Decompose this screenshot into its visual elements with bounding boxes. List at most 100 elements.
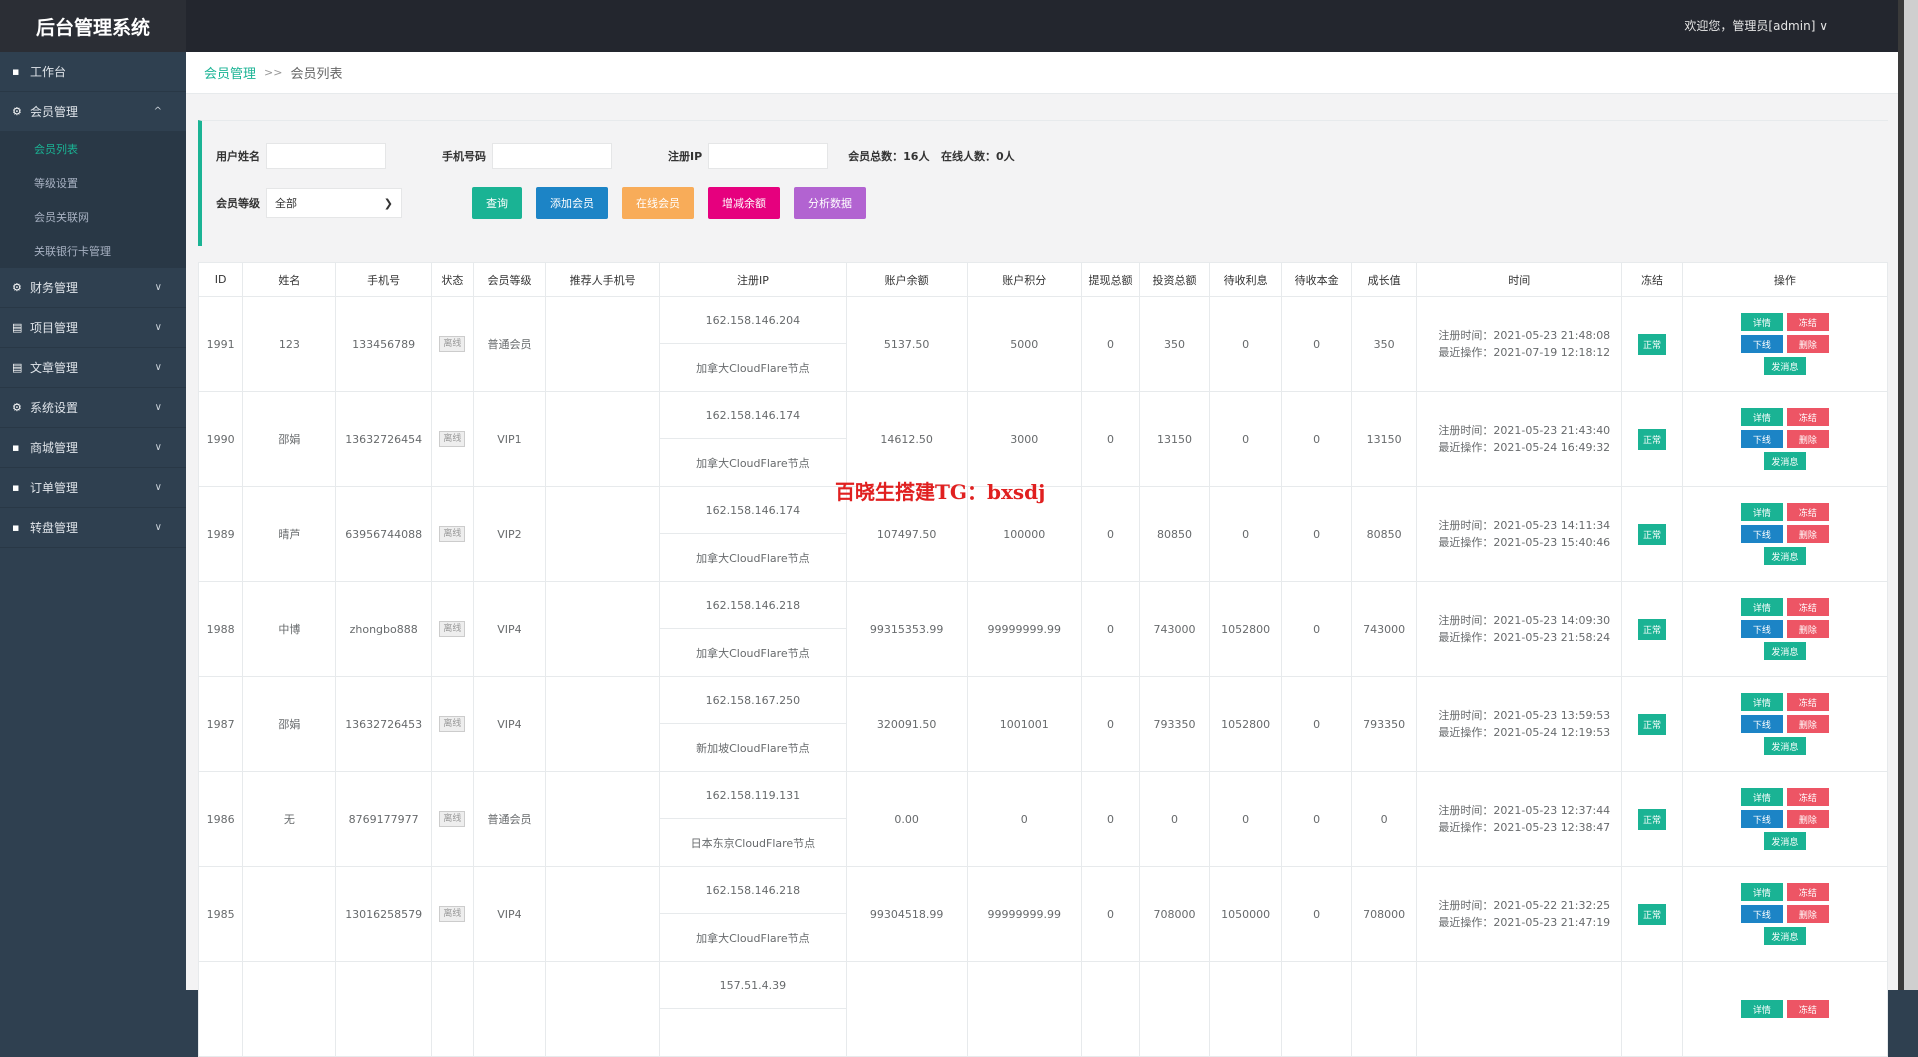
- column-header: 账户积分: [966, 262, 1082, 297]
- detail-button[interactable]: 详情: [1740, 598, 1783, 616]
- delete-button[interactable]: 删除: [1786, 525, 1829, 543]
- chevron-down-icon: ❯: [383, 196, 393, 210]
- cell-principal: 0: [1281, 676, 1353, 772]
- ip-input[interactable]: [708, 143, 829, 169]
- cell-interest: [1208, 961, 1283, 1057]
- logout-button[interactable]: 下线: [1740, 810, 1783, 828]
- chevron-down-icon: ∨: [154, 362, 162, 373]
- window-scrollbar[interactable]: [1898, 0, 1918, 990]
- sidebar-item-7[interactable]: ▪ 订单管理 ∨: [0, 468, 186, 508]
- sidebar-subitem-3[interactable]: 关联银行卡管理: [0, 234, 186, 268]
- sidebar-item-5[interactable]: ⚙ 系统设置 ∨: [0, 388, 186, 428]
- column-header: 会员等级: [472, 262, 547, 297]
- column-header: 成长值: [1351, 262, 1418, 297]
- cell-level: 普通会员: [472, 296, 547, 392]
- cell-ip: 162.158.146.218 加拿大CloudFlare节点: [659, 581, 847, 677]
- column-header: 操作: [1681, 262, 1889, 297]
- cell-withdraw: 0: [1080, 771, 1141, 867]
- message-button[interactable]: 发消息: [1763, 737, 1806, 755]
- freeze-status-badge: 正常: [1638, 333, 1667, 355]
- freeze-button[interactable]: 冻结: [1786, 503, 1829, 521]
- detail-button[interactable]: 详情: [1740, 1000, 1783, 1018]
- detail-button[interactable]: 详情: [1740, 408, 1783, 426]
- detail-button[interactable]: 详情: [1740, 788, 1783, 806]
- filter-button-3[interactable]: 增减余额: [708, 187, 780, 219]
- message-button[interactable]: 发消息: [1763, 927, 1806, 945]
- ip-address: 162.158.167.250: [660, 677, 846, 724]
- freeze-button[interactable]: 冻结: [1786, 788, 1829, 806]
- table-header: ID 姓名 手机号 状态 会员等级 推荐人手机号 注册IP 账户余额 账户积分 提现总额 投资总额待…: [197, 262, 1889, 297]
- sidebar-subitem-1[interactable]: 等级设置: [0, 166, 186, 200]
- sidebar-item-3[interactable]: ▤ 项目管理 ∨: [0, 308, 186, 348]
- freeze-status-badge: 正常: [1638, 903, 1667, 925]
- filter-button-4[interactable]: 分析数据: [794, 187, 866, 219]
- logout-button[interactable]: 下线: [1740, 430, 1783, 448]
- filter-panel: 用户姓名 手机号码 注册IP 会员总数：16人 在线人数：0人 会员等级 全部 …: [198, 120, 1888, 246]
- message-button[interactable]: 发消息: [1763, 357, 1806, 375]
- cell-invest: 743000: [1139, 581, 1210, 677]
- freeze-button[interactable]: 冻结: [1786, 598, 1829, 616]
- cell-ref: [545, 676, 661, 772]
- delete-button[interactable]: 删除: [1786, 810, 1829, 828]
- delete-button[interactable]: 删除: [1786, 430, 1829, 448]
- freeze-button[interactable]: 冻结: [1786, 1000, 1829, 1018]
- ip-location: 加拿大CloudFlare节点: [696, 646, 810, 660]
- detail-button[interactable]: 详情: [1740, 313, 1783, 331]
- username-label: 用户姓名: [216, 150, 260, 163]
- sidebar-item-8[interactable]: ▪ 转盘管理 ∨: [0, 508, 186, 548]
- delete-button[interactable]: 删除: [1786, 715, 1829, 733]
- sidebar-subitem-2[interactable]: 会员关联网: [0, 200, 186, 234]
- ip-location: [660, 1009, 845, 1056]
- filter-button-1[interactable]: 添加会员: [536, 187, 608, 219]
- top-navbar: 后台管理系统 欢迎您，管理员[admin] ∨: [0, 0, 1898, 52]
- freeze-button[interactable]: 冻结: [1786, 883, 1829, 901]
- cell-growth: 13150: [1351, 391, 1418, 487]
- logout-button[interactable]: 下线: [1740, 620, 1783, 638]
- cell-time: 注册时间：2021-05-23 14:11:34 最近操作：2021-05-23 …: [1416, 486, 1623, 582]
- detail-button[interactable]: 详情: [1740, 503, 1783, 521]
- logout-button[interactable]: 下线: [1740, 905, 1783, 923]
- settings-icon: ⚙: [12, 400, 22, 414]
- logout-button[interactable]: 下线: [1740, 715, 1783, 733]
- freeze-status-badge: 正常: [1638, 618, 1667, 640]
- doc-icon: ▤: [12, 360, 23, 374]
- chevron-up-icon: ^: [153, 106, 162, 117]
- logout-button[interactable]: 下线: [1740, 335, 1783, 353]
- message-button[interactable]: 发消息: [1763, 452, 1806, 470]
- level-label: 会员等级: [216, 197, 260, 210]
- freeze-button[interactable]: 冻结: [1786, 313, 1829, 331]
- cell-growth: 80850: [1351, 486, 1418, 582]
- cell-level: VIP1: [472, 391, 547, 487]
- level-select[interactable]: 全部 ❯: [266, 188, 402, 218]
- message-button[interactable]: 发消息: [1763, 547, 1806, 565]
- cell-ref: [545, 581, 661, 677]
- cell-phone: 63956744088: [335, 486, 432, 582]
- grid-icon: ▪: [12, 64, 20, 78]
- delete-button[interactable]: 删除: [1786, 620, 1829, 638]
- username-input[interactable]: [266, 143, 386, 169]
- delete-button[interactable]: 删除: [1786, 905, 1829, 923]
- freeze-status-badge: 正常: [1638, 808, 1667, 830]
- delete-button[interactable]: 删除: [1786, 335, 1829, 353]
- freeze-button[interactable]: 冻结: [1786, 693, 1829, 711]
- sidebar-item-0[interactable]: ▪ 工作台: [0, 52, 186, 92]
- message-button[interactable]: 发消息: [1763, 832, 1806, 850]
- cell-balance: 14612.50: [845, 391, 968, 487]
- sidebar-subitem-0[interactable]: 会员列表: [0, 132, 186, 166]
- ip-label: 注册IP: [668, 150, 703, 163]
- detail-button[interactable]: 详情: [1740, 883, 1783, 901]
- filter-button-0[interactable]: 查询: [472, 187, 522, 219]
- phone-input[interactable]: [492, 143, 612, 169]
- sidebar-item-6[interactable]: ▪ 商城管理 ∨: [0, 428, 186, 468]
- sidebar-item-1[interactable]: ⚙ 会员管理 ^: [0, 92, 186, 132]
- message-button[interactable]: 发消息: [1763, 642, 1806, 660]
- freeze-button[interactable]: 冻结: [1786, 408, 1829, 426]
- user-menu[interactable]: 欢迎您，管理员[admin] ∨: [1684, 17, 1828, 34]
- sidebar-item-4[interactable]: ▤ 文章管理 ∨: [0, 348, 186, 388]
- detail-button[interactable]: 详情: [1740, 693, 1783, 711]
- logout-button[interactable]: 下线: [1740, 525, 1783, 543]
- cell-status: [430, 961, 474, 1057]
- filter-button-2[interactable]: 在线会员: [622, 187, 694, 219]
- breadcrumb-parent[interactable]: 会员管理: [204, 63, 256, 82]
- sidebar-item-2[interactable]: ⚙ 财务管理 ∨: [0, 268, 186, 308]
